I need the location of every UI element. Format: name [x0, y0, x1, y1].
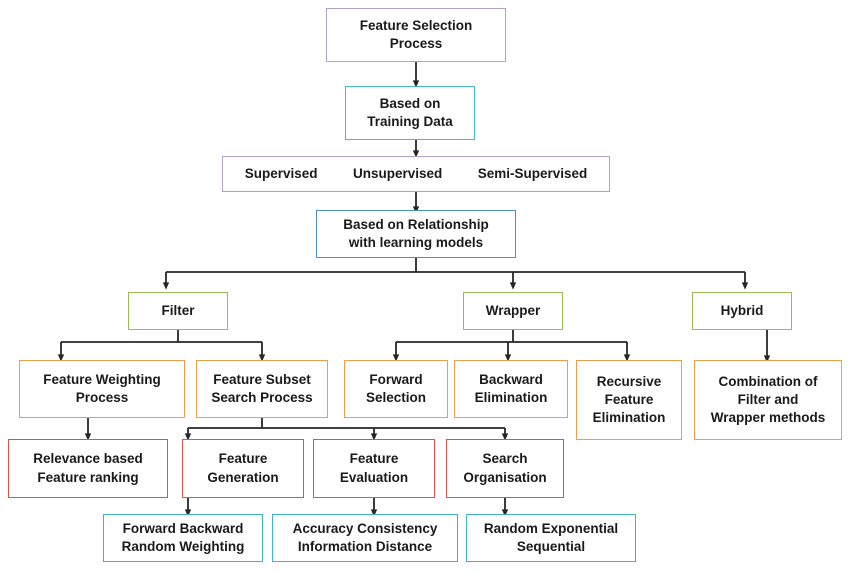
node-label: Feature Selection Process: [359, 17, 473, 51]
node-label: Hybrid: [720, 302, 764, 318]
node-label: Accuracy Consistency Information Distanc…: [292, 520, 438, 554]
node-label: Combination of Filter and Wrapper method…: [710, 373, 826, 426]
node-backward-elimination[interactable]: Backward Elimination: [454, 360, 568, 418]
node-recursive-feature-elimination[interactable]: Recursive Feature Elimination: [576, 360, 682, 440]
node-label: Feature Generation: [207, 451, 279, 485]
node-label: Feature Subset Search Process: [211, 371, 313, 405]
supervision-option-semi-supervised[interactable]: Semi-Supervised: [472, 165, 594, 183]
node-label: Forward Selection: [365, 371, 427, 405]
node-label: Relevance based Feature ranking: [33, 451, 143, 485]
node-supervision-types[interactable]: Supervised Unsupervised Semi-Supervised: [222, 156, 610, 192]
node-label: Based on Relationship with learning mode…: [343, 216, 489, 250]
node-feature-evaluation[interactable]: Feature Evaluation: [313, 439, 435, 498]
node-organisation-methods[interactable]: Random Exponential Sequential: [466, 514, 636, 562]
node-combination-filter-wrapper[interactable]: Combination of Filter and Wrapper method…: [694, 360, 842, 440]
node-feature-weighting-process[interactable]: Feature Weighting Process: [19, 360, 185, 418]
node-filter[interactable]: Filter: [128, 292, 228, 330]
node-label: Backward Elimination: [474, 371, 548, 405]
flowchart-diagram: Feature Selection Process Based on Train…: [0, 0, 850, 572]
node-forward-selection[interactable]: Forward Selection: [344, 360, 448, 418]
node-feature-subset-search-process[interactable]: Feature Subset Search Process: [196, 360, 328, 418]
node-generation-methods[interactable]: Forward Backward Random Weighting: [103, 514, 263, 562]
supervision-option-supervised[interactable]: Supervised: [239, 165, 324, 183]
node-label: Feature Evaluation: [339, 451, 409, 485]
node-label: Recursive Feature Elimination: [592, 373, 666, 426]
node-based-on-relationship[interactable]: Based on Relationship with learning mode…: [316, 210, 516, 258]
node-feature-generation[interactable]: Feature Generation: [182, 439, 304, 498]
node-label: Forward Backward Random Weighting: [121, 520, 245, 554]
node-search-organisation[interactable]: Search Organisation: [446, 439, 564, 498]
node-wrapper[interactable]: Wrapper: [463, 292, 563, 330]
node-relevance-based-feature-ranking[interactable]: Relevance based Feature ranking: [8, 439, 168, 498]
node-based-on-training-data[interactable]: Based on Training Data: [345, 86, 475, 140]
node-evaluation-methods[interactable]: Accuracy Consistency Information Distanc…: [272, 514, 458, 562]
node-feature-selection-process[interactable]: Feature Selection Process: [326, 8, 506, 62]
node-hybrid[interactable]: Hybrid: [692, 292, 792, 330]
node-label: Wrapper: [485, 302, 541, 318]
node-label: Feature Weighting Process: [43, 371, 161, 405]
supervision-option-unsupervised[interactable]: Unsupervised: [347, 165, 448, 183]
node-label: Random Exponential Sequential: [483, 520, 619, 554]
node-label: Based on Training Data: [367, 95, 453, 129]
node-label: Filter: [161, 302, 195, 318]
node-label: Search Organisation: [463, 451, 547, 485]
